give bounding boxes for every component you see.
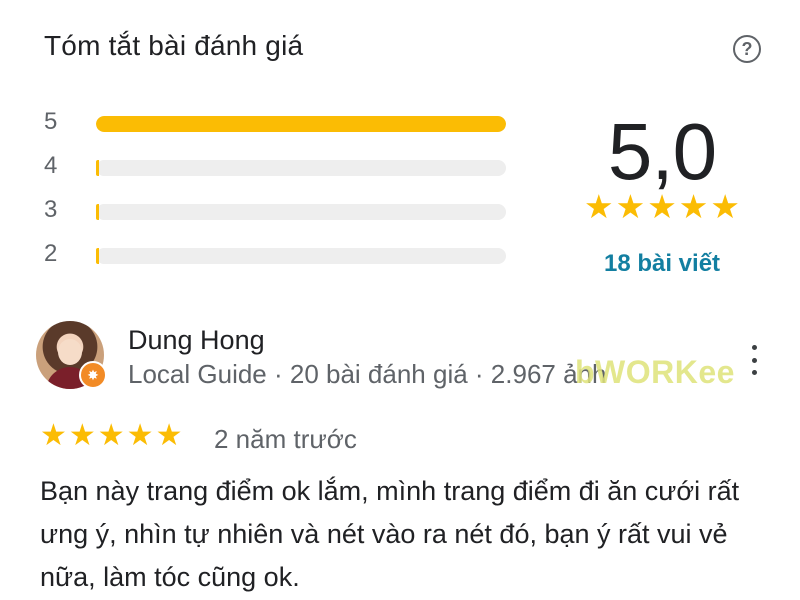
rating-label: 4 (44, 152, 58, 179)
rating-bar-track (96, 248, 506, 264)
more-options-icon[interactable] (746, 345, 762, 375)
average-stars-icon: ★★★★★ (584, 188, 742, 225)
avatar-face-shape (58, 339, 82, 365)
rating-label: 5 (44, 108, 58, 135)
local-guide-badge-icon: ✸ (79, 361, 107, 389)
rating-row-5[interactable]: 5 (44, 106, 514, 150)
rating-bar-track (96, 116, 506, 132)
rating-bar-track (96, 204, 506, 220)
reviewer-name[interactable]: Dung Hong (128, 325, 265, 356)
help-icon[interactable]: ? (733, 35, 761, 63)
reviewer-meta: Local Guide · 20 bài đánh giá · 2.967 ản… (128, 359, 607, 389)
rating-distribution: 5 4 3 2 (44, 106, 514, 282)
review-summary-title: Tóm tắt bài đánh giá (44, 30, 304, 61)
dot (751, 370, 757, 375)
rating-bar-fill (96, 116, 506, 132)
review-count-link[interactable]: 18 bài viết (572, 250, 752, 278)
average-score: 5,0 (607, 107, 717, 196)
rating-row-2[interactable]: 2 (44, 238, 514, 282)
rating-label: 3 (44, 196, 58, 223)
rating-label: 2 (44, 240, 58, 267)
rating-row-3[interactable]: 3 (44, 194, 514, 238)
rating-bar-tick (96, 204, 99, 220)
rating-bar-tick (96, 248, 99, 264)
rating-bar-track (96, 160, 506, 176)
rating-row-4[interactable]: 4 (44, 150, 514, 194)
dot (751, 345, 757, 350)
review-stars-icon: ★★★★★ (40, 419, 185, 452)
review-date: 2 năm trước (214, 424, 357, 454)
dot (751, 357, 757, 363)
rating-bar-tick (96, 160, 99, 176)
review-text: Bạn này trang điểm ok lắm, mình trang đi… (40, 476, 740, 592)
watermark-logo: bWORKee (575, 354, 735, 390)
